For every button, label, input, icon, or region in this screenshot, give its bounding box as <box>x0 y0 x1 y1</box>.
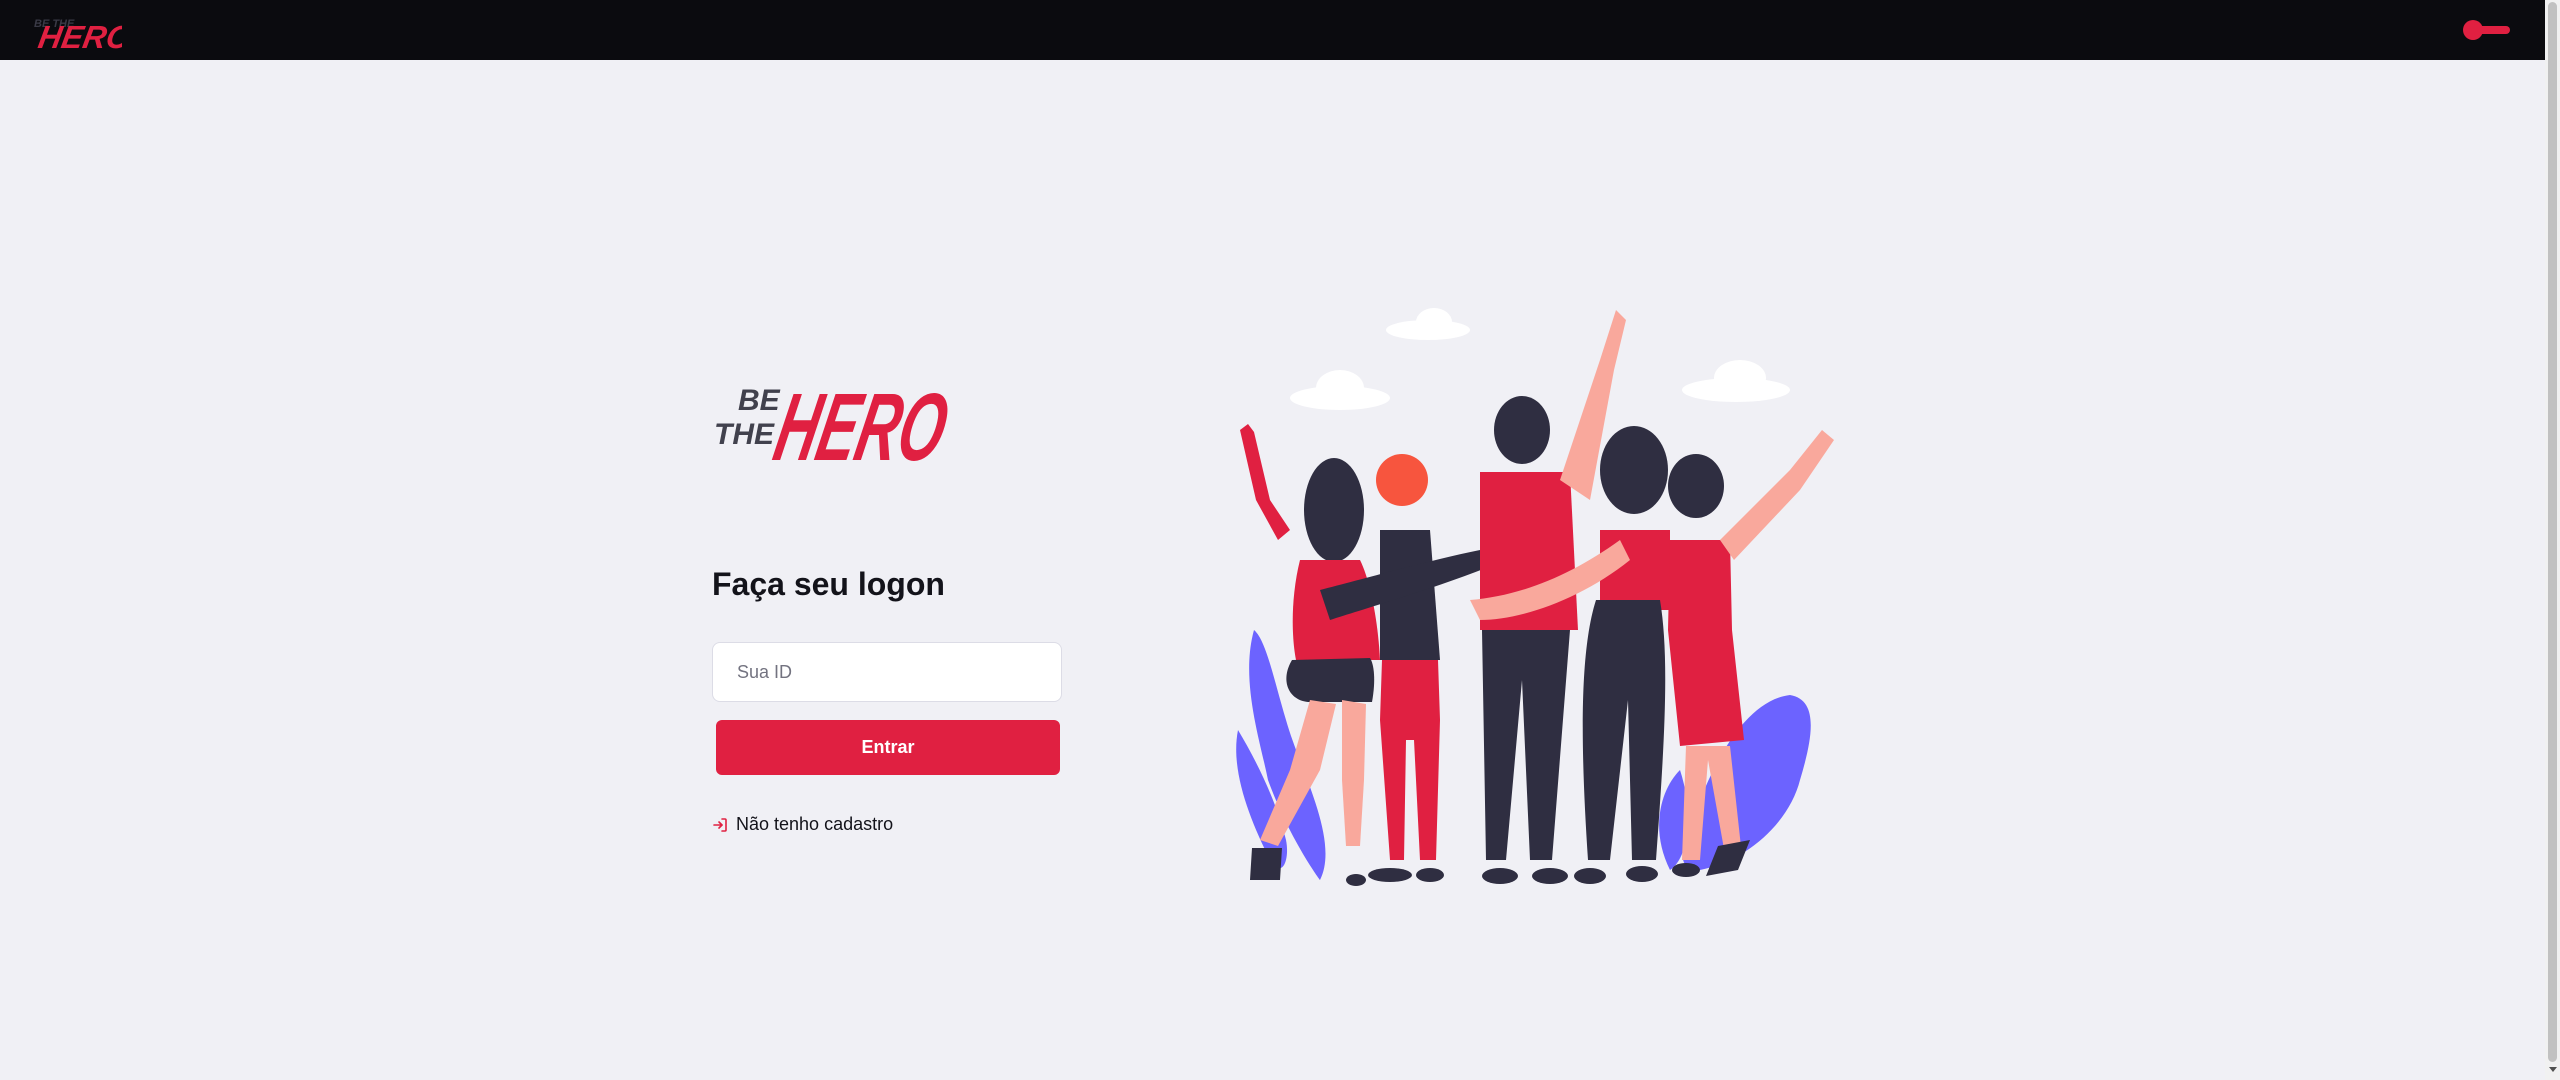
log-in-icon <box>713 817 727 832</box>
register-link[interactable]: Não tenho cadastro <box>712 814 893 835</box>
submit-button[interactable]: Entrar <box>716 720 1060 775</box>
logo-the-text: THE <box>714 418 775 451</box>
top-bar: BE THE HERO <box>0 0 2545 60</box>
heroes-group-illustration <box>1236 308 1834 886</box>
page-title: Faça seu logon <box>712 566 945 602</box>
theme-toggle[interactable] <box>2462 19 2510 41</box>
topbar-logo[interactable]: BE THE HERO <box>28 8 122 52</box>
topbar-logo-hero: HERO <box>36 19 122 52</box>
scrollbar-thumb[interactable] <box>2548 2 2557 1062</box>
register-link-label: Não tenho cadastro <box>736 814 894 834</box>
be-the-hero-logo: BE THE HERO <box>714 373 957 472</box>
page-scrollbar[interactable] <box>2545 0 2560 1080</box>
cloud-shapes <box>1290 308 1790 410</box>
scroll-down-arrow-icon[interactable] <box>2549 1067 2557 1072</box>
id-input[interactable] <box>712 642 1062 702</box>
logo-be-text: BE <box>738 384 781 417</box>
logo-hero-text: HERO <box>766 373 957 472</box>
